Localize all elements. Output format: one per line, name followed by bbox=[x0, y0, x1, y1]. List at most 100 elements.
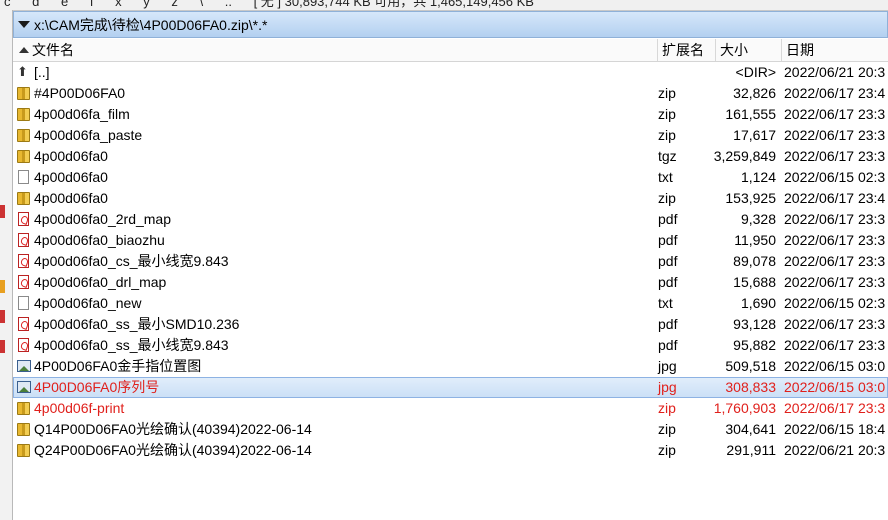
file-date: 2022/06/17 23:3 bbox=[784, 253, 886, 269]
jpg-icon-glyph bbox=[17, 360, 31, 372]
file-row[interactable]: Q14P00D06FA0光绘确认(40394)2022-06-14 zip 304,… bbox=[13, 419, 888, 440]
zip-icon-glyph bbox=[17, 444, 30, 457]
drive-d-button[interactable]: d bbox=[32, 0, 39, 9]
file-name: 4p00d06fa_paste bbox=[34, 127, 143, 143]
current-path: x:\CAM完成\待检\4P00D06FA0.zip\*.* bbox=[34, 16, 268, 33]
pdf-icon bbox=[17, 317, 31, 332]
root-button[interactable]: \ bbox=[199, 0, 203, 9]
zip-icon bbox=[17, 86, 31, 101]
file-size: 32,826 bbox=[733, 85, 776, 101]
file-size: 161,555 bbox=[725, 106, 776, 122]
file-size: 509,518 bbox=[725, 358, 776, 374]
file-name: 4p00d06fa0_ss_最小SMD10.236 bbox=[34, 316, 240, 332]
file-size: 3,259,849 bbox=[713, 148, 776, 164]
column-ext-label: 扩展名 bbox=[662, 42, 704, 58]
file-date: 2022/06/17 23:3 bbox=[784, 337, 886, 353]
file-date: 2022/06/15 02:3 bbox=[784, 169, 886, 185]
jpg-icon bbox=[17, 380, 31, 395]
drive-y-button[interactable]: y bbox=[143, 0, 150, 9]
file-name: 4p00d06fa0_ss_最小线宽9.843 bbox=[34, 337, 229, 353]
file-date: 2022/06/17 23:3 bbox=[784, 400, 886, 416]
file-row[interactable]: 4p00d06f-print zip 1,760,903 2022/06/17 23:… bbox=[13, 398, 888, 419]
file-size: 89,078 bbox=[733, 253, 776, 269]
zip-icon-glyph bbox=[17, 87, 30, 100]
file-ext: zip bbox=[658, 442, 676, 458]
file-size: <DIR> bbox=[735, 64, 776, 80]
column-name-header[interactable]: 文件名 bbox=[13, 39, 658, 61]
drive-z-button[interactable]: z bbox=[171, 0, 178, 9]
drive-c-button[interactable]: c bbox=[4, 0, 11, 9]
pdf-icon bbox=[0, 310, 5, 323]
file-date: 2022/06/17 23:3 bbox=[784, 127, 886, 143]
txt-icon bbox=[17, 296, 31, 311]
column-size-header[interactable]: 大小 bbox=[716, 39, 782, 61]
file-row[interactable]: 4p00d06fa0_biaozhu pdf 11,950 2022/06/17 23… bbox=[13, 230, 888, 251]
file-row[interactable]: 4p00d06fa0 tgz 3,259,849 2022/06/17 23:3 bbox=[13, 146, 888, 167]
file-name: 4p00d06fa0 bbox=[34, 169, 108, 185]
file-size: 11,950 bbox=[734, 232, 776, 248]
file-date: 2022/06/17 23:3 bbox=[784, 211, 886, 227]
file-date: 2022/06/21 20:3 bbox=[784, 442, 886, 458]
file-size: 291,911 bbox=[726, 442, 776, 458]
file-row[interactable]: 4P00D06FA0序列号 jpg 308,833 2022/06/15 03:0 bbox=[13, 377, 888, 398]
file-size: 17,617 bbox=[733, 127, 776, 143]
file-ext: jpg bbox=[658, 379, 677, 395]
file-row[interactable]: ⬆ [..] <DIR> 2022/06/21 20:3 bbox=[13, 62, 888, 83]
file-name: 4p00d06fa0_drl_map bbox=[34, 274, 167, 290]
parent-button[interactable]: .. bbox=[225, 0, 232, 9]
zip-icon bbox=[17, 191, 31, 206]
zip-icon bbox=[17, 443, 31, 458]
up-dir-icon-glyph: ⬆ bbox=[17, 64, 28, 79]
drive-x-button[interactable]: x bbox=[115, 0, 122, 9]
file-ext: zip bbox=[658, 190, 676, 206]
column-ext-header[interactable]: 扩展名 bbox=[658, 39, 716, 61]
free-space-label: [ 无 ] 30,893,744 KB 可用，共 1,465,149,456 K… bbox=[253, 0, 534, 9]
history-dropdown-icon[interactable] bbox=[18, 21, 30, 28]
file-row[interactable]: 4p00d06fa0_ss_最小SMD10.236 pdf 93,128 2022/0… bbox=[13, 314, 888, 335]
zip-icon-glyph bbox=[17, 423, 30, 436]
file-row[interactable]: 4p00d06fa_paste zip 17,617 2022/06/17 23:3 bbox=[13, 125, 888, 146]
zip-icon-glyph bbox=[17, 108, 30, 121]
pdf-icon bbox=[0, 205, 5, 218]
file-row[interactable]: 4p00d06fa0_drl_map pdf 15,688 2022/06/17 23… bbox=[13, 272, 888, 293]
drive-e-button[interactable]: e bbox=[61, 0, 68, 9]
file-ext: pdf bbox=[658, 232, 678, 248]
file-ext: pdf bbox=[658, 274, 678, 290]
file-date: 2022/06/21 20:3 bbox=[784, 64, 886, 80]
file-row[interactable]: 4p00d06fa0_2rd_map pdf 9,328 2022/06/17 23:… bbox=[13, 209, 888, 230]
file-row[interactable]: Q24P00D06FA0光绘确认(40394)2022-06-14 zip 291,… bbox=[13, 440, 888, 461]
jpg-icon bbox=[17, 359, 31, 374]
txt-icon-glyph bbox=[18, 170, 29, 184]
file-size: 1,124 bbox=[740, 169, 776, 185]
file-row[interactable]: #4P00D06FA0 zip 32,826 2022/06/17 23:4 bbox=[13, 83, 888, 104]
file-name: 4p00d06fa0 bbox=[34, 148, 108, 164]
drive-f-button[interactable]: f bbox=[90, 0, 94, 9]
file-row[interactable]: 4p00d06fa0 zip 153,925 2022/06/17 23:4 bbox=[13, 188, 888, 209]
file-name: 4P00D06FA0序列号 bbox=[34, 379, 160, 395]
pdf-icon-glyph bbox=[18, 254, 29, 268]
file-name: 4p00d06fa_film bbox=[34, 106, 130, 122]
file-ext: pdf bbox=[658, 337, 678, 353]
file-date: 2022/06/15 02:3 bbox=[784, 295, 886, 311]
zip-icon-glyph bbox=[17, 192, 30, 205]
file-row[interactable]: 4p00d06fa0 txt 1,124 2022/06/15 02:3 bbox=[13, 167, 888, 188]
column-date-label: 日期 bbox=[786, 42, 814, 58]
up-dir-icon: ⬆ bbox=[17, 65, 31, 80]
path-bar[interactable]: x:\CAM完成\待检\4P00D06FA0.zip\*.* bbox=[13, 11, 888, 38]
file-ext: zip bbox=[658, 421, 676, 437]
file-size: 153,925 bbox=[725, 190, 776, 206]
file-row[interactable]: 4p00d06fa_film zip 161,555 2022/06/17 23:3 bbox=[13, 104, 888, 125]
file-ext: tgz bbox=[658, 148, 677, 164]
file-row[interactable]: 4p00d06fa0_new txt 1,690 2022/06/15 02:3 bbox=[13, 293, 888, 314]
left-pane-edge[interactable] bbox=[0, 10, 13, 520]
file-date: 2022/06/17 23:3 bbox=[784, 148, 886, 164]
file-list: ⬆ [..] <DIR> 2022/06/21 20:3 #4P00D06FA0 zip 3… bbox=[13, 62, 888, 461]
column-date-header[interactable]: 日期 bbox=[782, 39, 888, 61]
file-size: 93,128 bbox=[733, 316, 776, 332]
file-row[interactable]: 4p00d06fa0_cs_最小线宽9.843 pdf 89,078 2022/06/… bbox=[13, 251, 888, 272]
file-row[interactable]: 4p00d06fa0_ss_最小线宽9.843 pdf 95,882 2022/06/… bbox=[13, 335, 888, 356]
file-size: 15,688 bbox=[733, 274, 776, 290]
file-size: 9,328 bbox=[740, 211, 776, 227]
file-row[interactable]: 4P00D06FA0金手指位置图 jpg 509,518 2022/06/15 03:… bbox=[13, 356, 888, 377]
file-size: 308,833 bbox=[725, 379, 776, 395]
